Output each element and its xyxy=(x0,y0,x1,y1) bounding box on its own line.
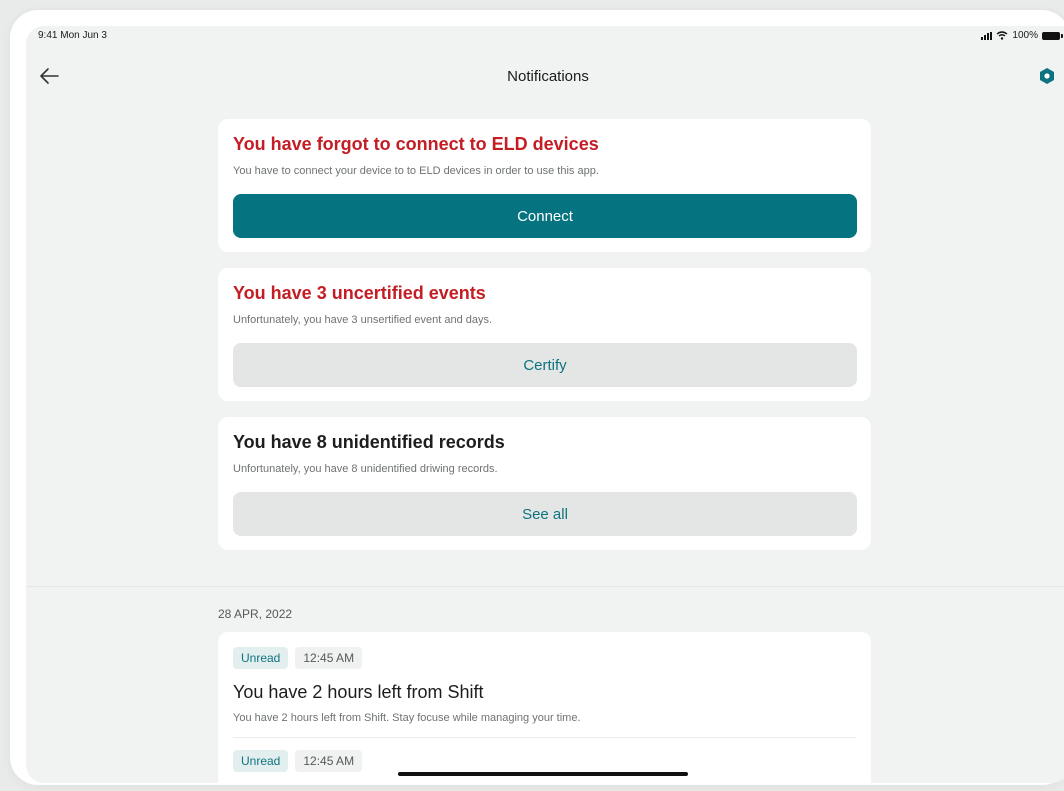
see-all-button[interactable]: See all xyxy=(233,492,857,536)
notification-separator xyxy=(233,737,856,738)
notification-meta: Unread 12:45 AM xyxy=(233,647,856,669)
battery-percent: 100% xyxy=(1012,30,1038,41)
alerts-list: You have forgot to connect to ELD device… xyxy=(218,119,871,566)
alert-title: You have forgot to connect to ELD device… xyxy=(233,134,599,154)
home-indicator[interactable] xyxy=(398,772,688,776)
status-bar: 9:41 Mon Jun 3 100% xyxy=(26,26,1064,54)
unread-badge: Unread xyxy=(233,750,289,772)
wifi-icon xyxy=(996,31,1008,40)
date-header: 28 APR, 2022 xyxy=(218,607,293,621)
time-badge: 12:45 AM xyxy=(295,750,363,772)
alert-card-unidentified: You have 8 unidentified records Unfortun… xyxy=(218,417,871,550)
hexagon-gear-icon[interactable] xyxy=(1038,67,1056,85)
notifications-card: Unread 12:45 AM You have 2 hours left fr… xyxy=(218,632,871,783)
cellular-signal-icon xyxy=(981,31,993,40)
status-indicators: 100% xyxy=(981,30,1063,41)
alert-title: You have 3 uncertified events xyxy=(233,283,486,303)
notification-body: You have 2 hours left from Shift. Stay f… xyxy=(233,712,581,724)
alert-title: You have 8 unidentified records xyxy=(233,432,505,452)
notification-meta: Unread 12:45 AM xyxy=(233,750,856,772)
notification-item[interactable]: Unread 12:45 AM xyxy=(233,750,856,772)
navigation-bar: Notifications xyxy=(26,54,1064,98)
time-badge: 12:45 AM xyxy=(295,647,363,669)
certify-button[interactable]: Certify xyxy=(233,343,857,387)
connect-button[interactable]: Connect xyxy=(233,194,857,238)
notification-item[interactable]: Unread 12:45 AM You have 2 hours left fr… xyxy=(233,647,856,724)
page-title: Notifications xyxy=(507,68,589,85)
alert-card-eld: You have forgot to connect to ELD device… xyxy=(218,119,871,252)
status-time: 9:41 Mon Jun 3 xyxy=(38,30,107,41)
battery-icon xyxy=(1042,31,1063,40)
notification-title: You have 2 hours left from Shift xyxy=(233,682,484,702)
alert-subtitle: Unfortunately, you have 8 unidentified d… xyxy=(233,463,498,475)
section-divider xyxy=(26,586,1064,587)
tablet-frame: 9:41 Mon Jun 3 100% Notifications You ha… xyxy=(10,10,1064,785)
app-screen: 9:41 Mon Jun 3 100% Notifications You ha… xyxy=(26,26,1064,783)
alert-subtitle: Unfortunately, you have 3 unsertified ev… xyxy=(233,314,493,326)
alert-subtitle: You have to connect your device to to EL… xyxy=(233,165,599,177)
alert-card-uncertified: You have 3 uncertified events Unfortunat… xyxy=(218,268,871,401)
unread-badge: Unread xyxy=(233,647,289,669)
